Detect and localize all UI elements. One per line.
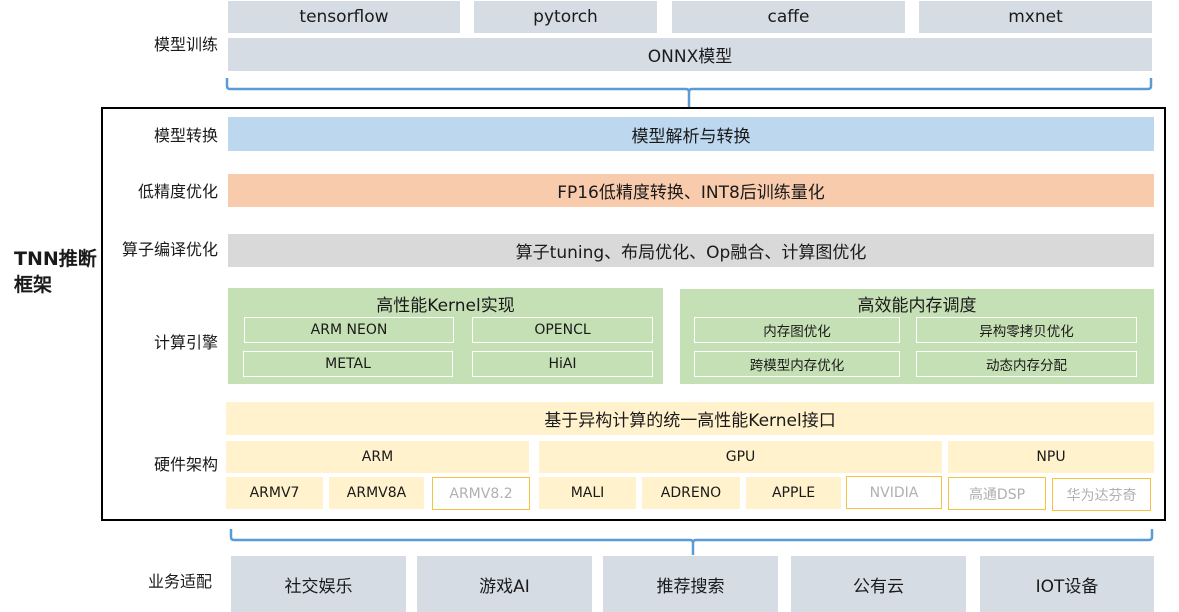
operator-compile-box: 算子tuning、布局优化、Op融合、计算图优化 [228,234,1154,267]
business-item-iot: IOT设备 [980,556,1154,612]
hw-item-mali: MALI [539,477,636,509]
low-precision-label: 低精度优化 [137,182,218,201]
conversion-box: 模型解析与转换 [228,117,1154,151]
kernel-interface-box: 基于异构计算的统一高性能Kernel接口 [226,402,1154,435]
top-brace-path [225,78,1153,108]
kernel-item-hiai: HiAI [472,351,653,377]
business-item-game-ai: 游戏AI [417,556,592,612]
kernel-item-metal: METAL [243,351,453,377]
memory-item-graph-opt: 内存图优化 [694,317,900,343]
low-precision-box: FP16低精度转换、INT8后训练量化 [228,174,1154,207]
memory-item-cross-model: 跨模型内存优化 [694,351,900,377]
compute-engine-label: 计算引擎 [153,333,218,352]
hw-item-armv82-planned: ARMV8.2 [432,477,530,510]
hw-item-armv7: ARMV7 [226,477,323,509]
framework-title-line-1: TNN推断 [14,248,97,270]
framework-title: TNN推断 框架 [14,246,98,298]
kernel-item-opencl: OPENCL [472,317,653,343]
hw-item-huawei-davinci-planned: 华为达芬奇 [1052,478,1151,511]
hw-group-arm: ARM [226,441,529,473]
hardware-label: 硬件架构 [153,455,218,474]
bottom-brace-path [229,529,1154,555]
kernel-item-arm-neon: ARM NEON [244,317,454,343]
business-item-public-cloud: 公有云 [791,556,966,612]
hw-item-qualcomm-dsp-planned: 高通DSP [948,477,1046,510]
framework-title-line-2: 框架 [14,274,53,296]
hw-item-nvidia-planned: NVIDIA [846,476,942,509]
hw-group-npu: NPU [948,441,1154,473]
kernel-panel: 高性能Kernel实现 ARM NEON OPENCL METAL HiAI [228,288,663,384]
memory-panel: 高效能内存调度 内存图优化 异构零拷贝优化 跨模型内存优化 动态内存分配 [680,289,1154,384]
kernel-panel-title: 高性能Kernel实现 [376,295,515,316]
business-item-recommend-search: 推荐搜索 [603,556,778,612]
business-label: 业务适配 [147,572,212,591]
hw-group-gpu: GPU [539,441,942,473]
conversion-label: 模型转换 [153,126,218,145]
hw-item-apple: APPLE [746,477,841,509]
operator-compile-label: 算子编译优化 [121,240,218,259]
memory-panel-title: 高效能内存调度 [857,295,977,316]
memory-item-zero-copy: 异构零拷贝优化 [916,317,1137,343]
hw-item-armv8a: ARMV8A [329,477,424,509]
memory-item-dynamic-alloc: 动态内存分配 [916,351,1137,377]
hw-item-adreno: ADRENO [642,477,740,509]
business-item-social: 社交娱乐 [231,556,406,612]
